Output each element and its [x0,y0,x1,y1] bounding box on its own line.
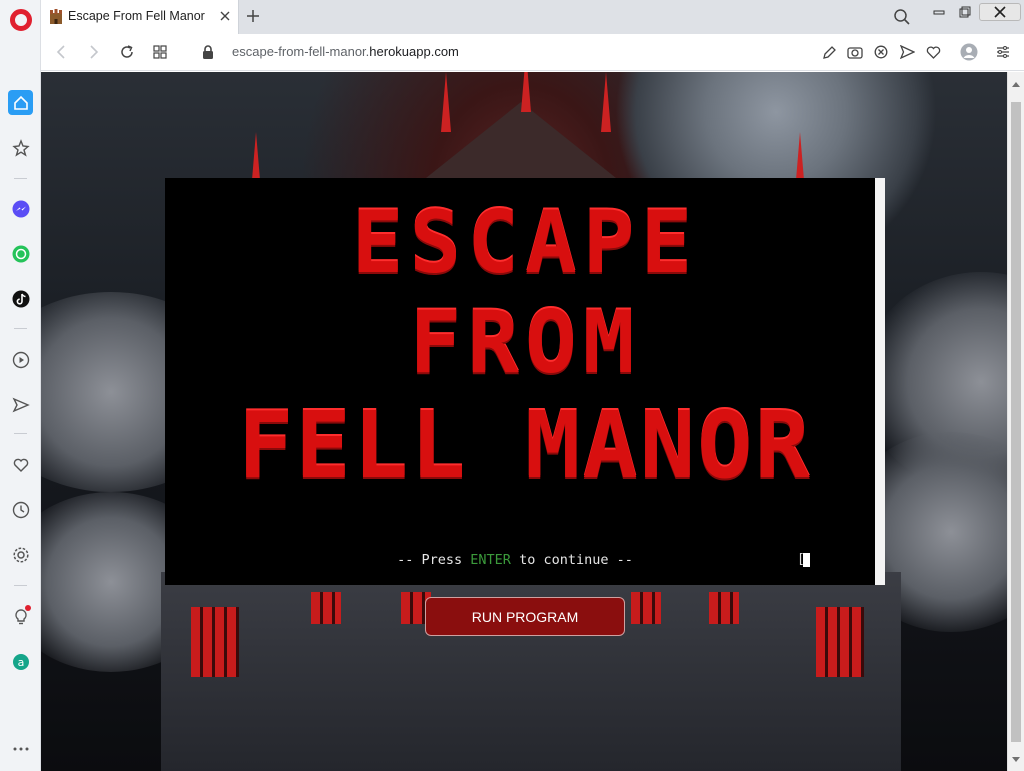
settings-icon[interactable] [8,542,33,567]
browser-window: a Escape From Fell Manor escape-from-fel… [0,0,1024,771]
forward-icon[interactable] [85,43,103,61]
address-toolbar: escape-from-fell-manor.herokuapp.com [41,34,1024,71]
url-domain: herokuapp.com [369,44,459,59]
tab-title: Escape From Fell Manor [68,9,205,23]
tab-strip: Escape From Fell Manor [41,0,1024,34]
banner-line-2: FROM [175,293,875,393]
tab-close-icon[interactable] [217,8,233,24]
camera-icon[interactable] [846,43,864,61]
send-toolbar-icon[interactable] [898,43,916,61]
messenger-icon[interactable] [8,196,33,221]
opera-sidebar: a [0,0,41,771]
banner-line-1: ESCAPE [175,193,875,293]
sidebar-divider [14,585,27,586]
back-icon[interactable] [52,43,70,61]
scrollbar-thumb[interactable] [1011,102,1021,742]
prompt-suffix: to continue -- [510,552,633,568]
aria-icon[interactable]: a [8,649,33,674]
notification-dot [25,605,31,611]
sidebar-divider [14,433,27,434]
ascii-title-banner: ESCAPE FROM FELL MANOR [175,193,875,503]
star-icon[interactable] [8,135,33,160]
more-icon[interactable] [8,736,33,761]
lightbulb-icon[interactable] [8,604,33,629]
edit-icon[interactable] [820,43,838,61]
terminal-scrollbar[interactable] [875,178,885,585]
prompt-key: ENTER [470,552,511,568]
home-icon[interactable] [8,90,33,115]
tabs-grid-icon[interactable] [151,43,169,61]
terminal-cursor: [ [797,552,810,568]
reload-icon[interactable] [118,43,136,61]
svg-text:a: a [17,656,24,669]
scroll-up-icon[interactable] [1012,82,1020,87]
heart-icon[interactable] [8,452,33,477]
banner-line-3: FELL MANOR [175,393,875,499]
tab-search-icon[interactable] [893,8,911,26]
page-scrollbar[interactable] [1007,72,1024,771]
sidebar-divider [14,178,27,179]
castle-favicon-icon [50,9,62,24]
terminal-window[interactable]: ESCAPE FROM FELL MANOR -- Press ENTER to… [165,178,885,585]
new-tab-icon[interactable] [244,7,262,25]
prompt-prefix: -- Press [397,552,471,568]
player-icon[interactable] [8,347,33,372]
tab-active[interactable]: Escape From Fell Manor [41,0,239,34]
address-bar[interactable]: escape-from-fell-manor.herokuapp.com [232,44,459,59]
url-prefix: escape-from-fell-manor. [232,44,370,59]
tiktok-icon[interactable] [8,286,33,311]
continue-prompt: -- Press ENTER to continue -- [165,552,865,568]
history-icon[interactable] [8,497,33,522]
restore-icon[interactable] [954,3,976,21]
sidebar-divider [14,328,27,329]
whatsapp-icon[interactable] [8,241,33,266]
favorite-heart-icon[interactable] [924,43,942,61]
run-program-button[interactable]: RUN PROGRAM [425,597,625,636]
easy-setup-icon[interactable] [994,43,1012,61]
scroll-down-icon[interactable] [1012,757,1020,762]
window-close-icon[interactable] [979,3,1021,21]
profile-avatar-icon[interactable] [960,43,978,61]
minimize-icon[interactable] [927,3,951,21]
page-viewport: ESCAPE FROM FELL MANOR -- Press ENTER to… [41,72,1007,771]
lock-icon[interactable] [201,44,215,60]
shield-block-icon[interactable] [872,43,890,61]
send-icon[interactable] [8,392,33,417]
opera-logo-icon[interactable] [10,9,32,31]
